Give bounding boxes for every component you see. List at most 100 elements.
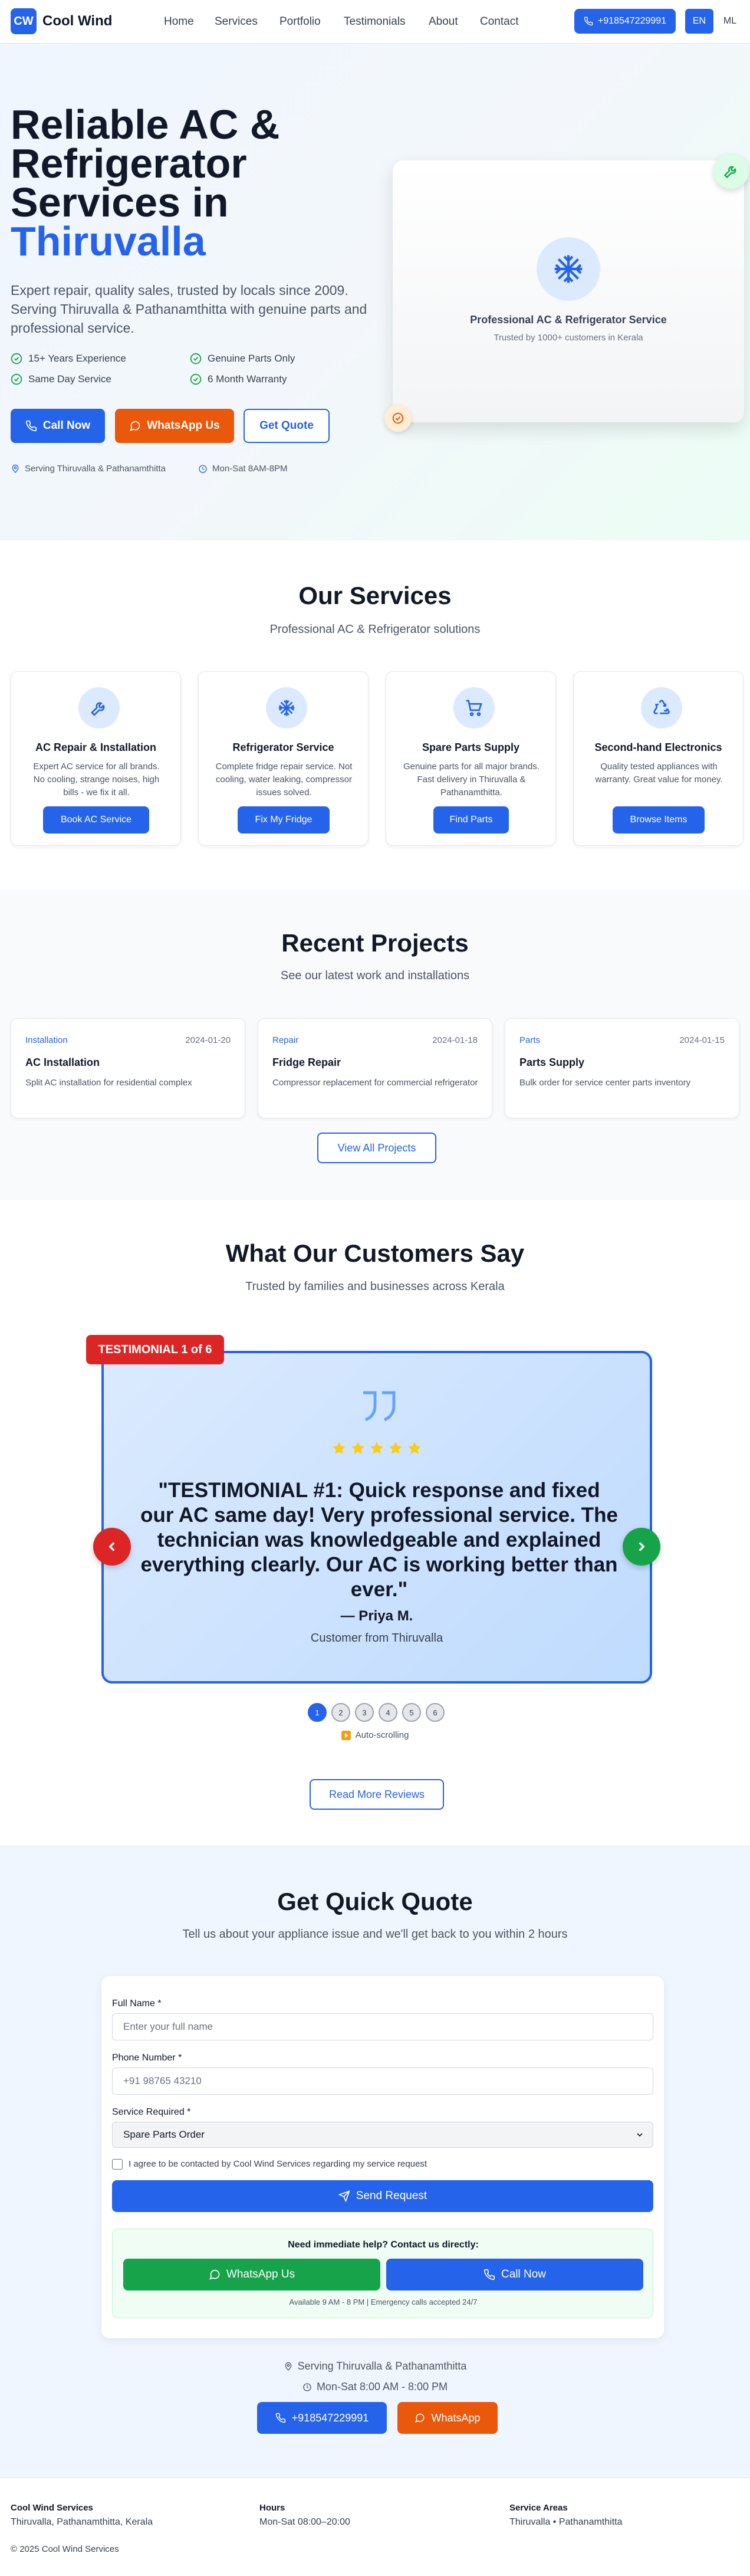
testimonial-dot[interactable]: 5 [402,1703,421,1722]
map-pin-icon [11,464,20,474]
service-title: Spare Parts Supply [422,741,520,753]
read-more-reviews-button[interactable]: Read More Reviews [310,1779,444,1810]
phone-label: Phone Number * [112,2053,182,2063]
service-icon-circle [641,687,682,729]
hero-service-area: Serving Thiruvalla & Pathanamthitta [11,464,166,474]
service-select[interactable]: Spare Parts Order [112,2122,653,2148]
project-description: Compressor replacement for commercial re… [272,1078,478,1088]
brand-name[interactable]: Cool Wind [42,13,112,29]
testimonial-next-button[interactable] [623,1528,660,1566]
wrench-icon [90,698,108,717]
service-description: Complete fridge repair service. Not cool… [215,762,353,798]
star-rating [104,1439,650,1457]
project-description: Bulk order for service center parts inve… [519,1078,691,1088]
testimonial-prev-button[interactable] [93,1528,131,1566]
hero-title: Reliable AC & Refrigerator Services in T… [11,104,388,264]
project-card[interactable]: Installation 2024-01-20 AC Installation … [11,1018,245,1118]
call-now-label: Call Now [42,419,91,432]
project-title: Parts Supply [519,1056,585,1068]
service-button[interactable]: Find Parts [433,806,509,833]
footer-areas-text: Thiruvalla • Pathanamthitta [509,2517,623,2527]
help-whatsapp-label: WhatsApp Us [226,2268,295,2280]
consent-checkbox[interactable] [112,2159,123,2170]
services-subtitle: Professional AC & Refrigerator solutions [269,623,481,636]
play-icon [341,1730,351,1740]
chevron-left-icon [104,1539,120,1554]
get-quote-button[interactable]: Get Quote [244,409,330,443]
help-call-label: Call Now [501,2268,547,2280]
feature-item: Genuine Parts Only [190,353,295,365]
service-card: Spare Parts Supply Genuine parts for all… [386,671,556,846]
help-whatsapp-button[interactable]: WhatsApp Us [123,2259,380,2290]
view-all-projects-button[interactable]: View All Projects [317,1133,436,1163]
hero-subtitle: Expert repair, quality sales, trusted by… [11,283,367,336]
call-now-button[interactable]: Call Now [11,409,105,443]
project-title: Fridge Repair [272,1056,341,1068]
chat-icon [129,420,141,432]
project-description: Split AC installation for residential co… [25,1078,192,1088]
header-phone-button[interactable]: +918547229991 [574,9,676,34]
name-input[interactable]: Enter your full name [112,2013,653,2040]
nav-contact[interactable]: Contact [480,15,518,28]
quote-phone-button[interactable]: +918547229991 [257,2402,387,2434]
nav-about[interactable]: About [429,15,458,28]
clock-icon [302,2383,312,2392]
service-title: AC Repair & Installation [35,741,157,753]
floating-check-badge [384,405,412,432]
testimonial-quote: "TESTIMONIAL #1: Quick response and fixe… [140,1479,618,1601]
snowflake-icon [552,252,585,286]
check-circle-icon [392,412,404,425]
hero-card-subtitle: Trusted by 1000+ customers in Kerala [494,333,643,343]
nav-testimonials[interactable]: Testimonials [344,15,406,28]
chevron-right-icon [634,1539,649,1554]
lang-en-button[interactable]: EN [685,9,713,34]
service-icon-circle [266,687,307,729]
auto-scroll-indicator: Auto-scrolling [0,1730,750,1740]
testimonial-dot[interactable]: 2 [331,1703,350,1722]
phone-input[interactable]: +91 98765 43210 [112,2068,653,2095]
testimonial-role: Customer from Thiruvalla [310,1632,443,1645]
lang-ml-button[interactable]: ML [716,9,744,34]
chat-icon [415,2413,425,2423]
project-card[interactable]: Parts 2024-01-15 Parts Supply Bulk order… [505,1018,739,1118]
check-circle-icon [11,353,22,365]
service-button[interactable]: Fix My Fridge [238,806,330,833]
service-title: Second-hand Electronics [594,741,722,753]
name-label: Full Name * [112,1999,162,2009]
hero-title-highlight: Thiruvalla [11,218,206,264]
send-request-label: Send Request [356,2190,427,2202]
site-header: CW Cool Wind Home Services Portfolio Tes… [0,0,750,44]
star-icon [407,1440,422,1456]
testimonial-counter-badge: TESTIMONIAL 1 of 6 [86,1335,224,1364]
testimonial-dot[interactable]: 1 [308,1703,327,1722]
testimonial-dot[interactable]: 6 [426,1703,445,1722]
nav-services[interactable]: Services [215,15,258,28]
testimonial-dot[interactable]: 4 [379,1703,397,1722]
check-circle-icon [11,373,22,385]
service-button[interactable]: Browse Items [613,806,705,833]
testimonial-dot[interactable]: 3 [355,1703,374,1722]
quote-whatsapp-button[interactable]: WhatsApp [397,2402,498,2434]
quote-subtitle: Tell us about your appliance issue and w… [182,1928,568,1941]
quote-area-label: Serving Thiruvalla & Pathanamthitta [297,2360,467,2372]
feature-label: Same Day Service [28,373,111,385]
map-pin-icon [284,2362,293,2371]
help-call-button[interactable]: Call Now [386,2259,643,2290]
recycle-icon [652,698,671,717]
help-title: Need immediate help? Contact us directly… [288,2240,479,2250]
feature-label: 15+ Years Experience [28,353,126,364]
nav-portfolio[interactable]: Portfolio [279,15,321,28]
wrench-icon [723,163,739,179]
nav-home[interactable]: Home [164,15,194,28]
whatsapp-button[interactable]: WhatsApp Us [115,409,234,443]
project-date: 2024-01-15 [679,1035,725,1045]
send-request-button[interactable]: Send Request [112,2180,653,2212]
chat-icon [209,2269,221,2280]
project-card[interactable]: Repair 2024-01-18 Fridge Repair Compress… [258,1018,492,1118]
project-tag: Parts [519,1035,541,1045]
logo-mark[interactable]: CW [11,8,37,34]
footer-copyright: © 2025 Cool Wind Services [11,2544,119,2554]
service-button[interactable]: Book AC Service [43,806,149,833]
consent-label: I agree to be contacted by Cool Wind Ser… [129,2159,427,2169]
quote-phone-label: +918547229991 [291,2411,369,2424]
